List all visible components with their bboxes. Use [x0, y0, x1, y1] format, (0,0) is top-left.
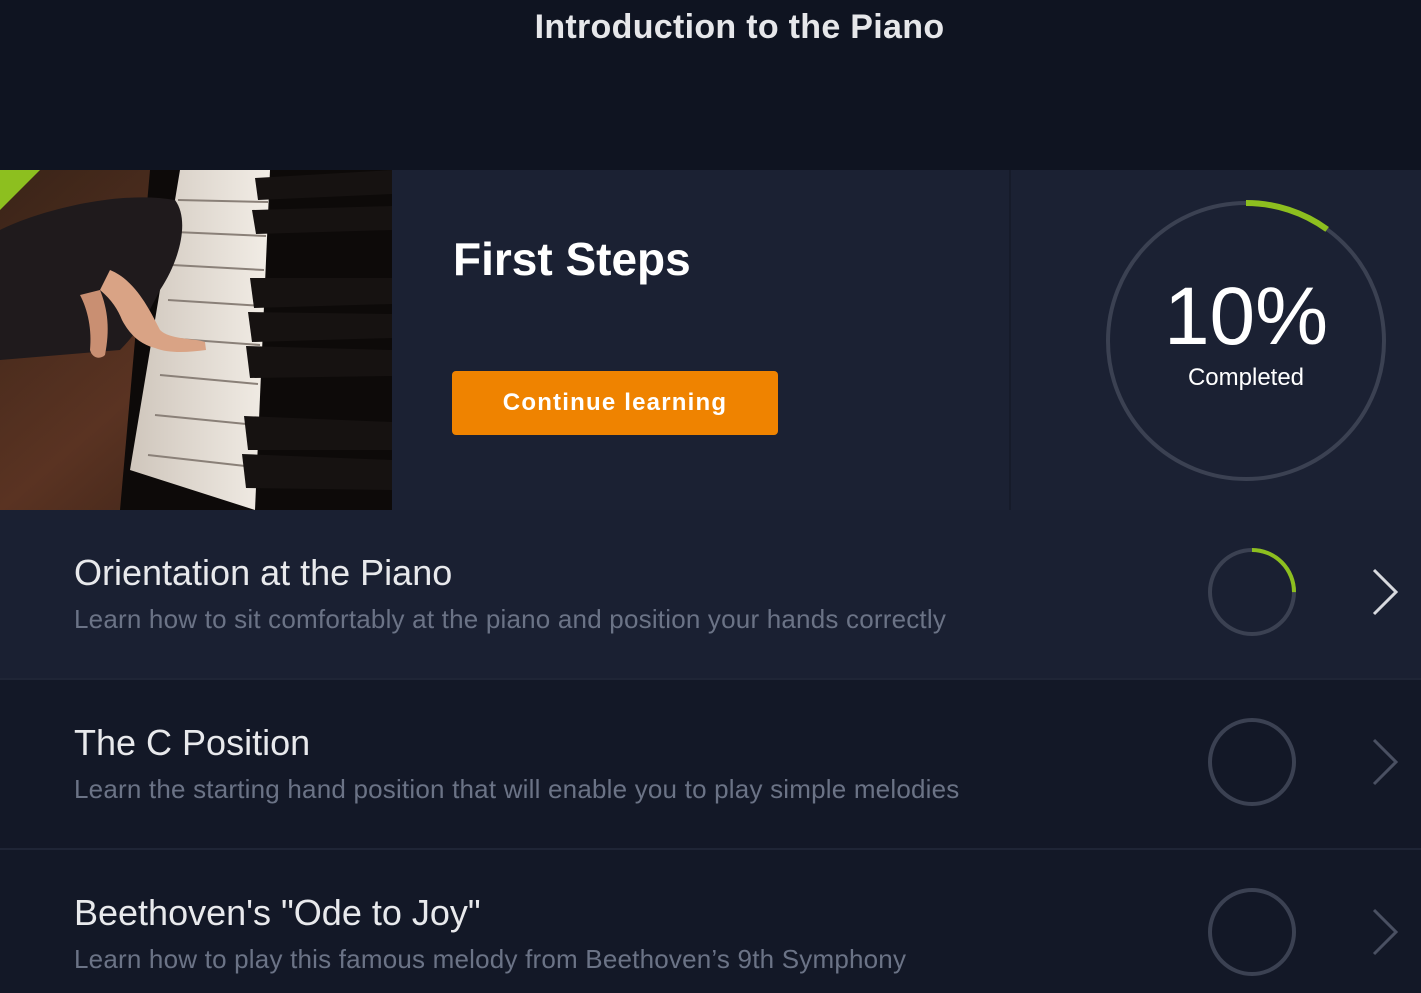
- lesson-title: Orientation at the Piano: [74, 552, 453, 593]
- lesson-progress-ring: [1208, 548, 1296, 636]
- course-title: First Steps: [453, 233, 691, 285]
- lesson-title: Beethoven's "Ode to Joy": [74, 892, 481, 933]
- chevron-right-icon[interactable]: [1370, 737, 1400, 787]
- progress-caption: Completed: [1187, 364, 1305, 391]
- header-bar: Introduction to the Piano: [0, 0, 1421, 170]
- chevron-right-icon[interactable]: [1370, 567, 1400, 617]
- progress-percent: 10%: [1163, 271, 1329, 362]
- lesson-description: Learn how to play this famous melody fro…: [74, 944, 907, 974]
- lesson-item-orientation[interactable]: Orientation at the Piano Learn how to si…: [0, 510, 1421, 680]
- lesson-progress-ring: [1208, 888, 1296, 976]
- lesson-description: Learn how to sit comfortably at the pian…: [74, 604, 947, 634]
- course-hero: First Steps Continue learning 10% Comple…: [0, 170, 1421, 510]
- lesson-description: Learn the starting hand position that wi…: [74, 774, 960, 804]
- course-screen: Introduction to the Piano First Steps Co…: [0, 0, 1421, 993]
- lesson-item-c-position[interactable]: The C Position Learn the starting hand p…: [0, 680, 1421, 850]
- piano-hands-image: [0, 170, 392, 510]
- lesson-item-ode-to-joy[interactable]: Beethoven's "Ode to Joy" Learn how to pl…: [0, 850, 1421, 993]
- lesson-title: The C Position: [74, 722, 311, 763]
- continue-learning-button[interactable]: Continue learning: [452, 371, 778, 435]
- chevron-right-icon[interactable]: [1370, 907, 1400, 957]
- lesson-progress-ring: [1208, 718, 1296, 806]
- hero-divider: [1009, 170, 1011, 510]
- page-title: Introduction to the Piano: [534, 8, 945, 46]
